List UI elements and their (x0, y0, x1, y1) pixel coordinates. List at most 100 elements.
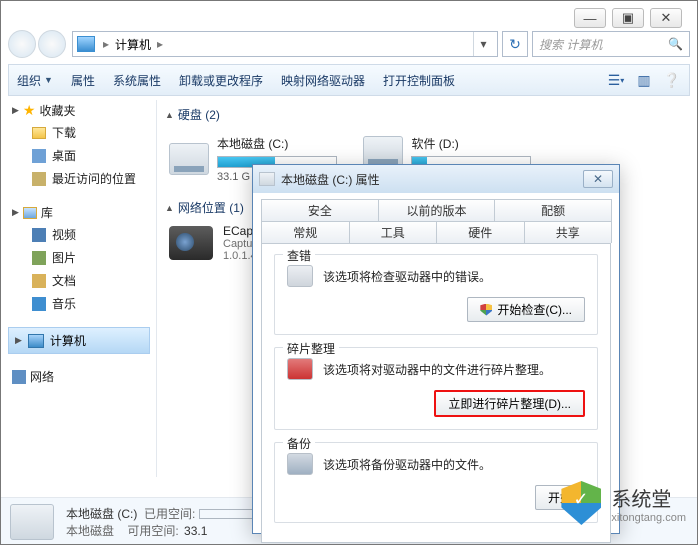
watermark-url: xitongtang.com (611, 512, 686, 524)
sidebar-library[interactable]: ▶库 (8, 202, 150, 223)
view-mode-icon[interactable]: ☰▾ (607, 71, 625, 89)
close-button[interactable]: ✕ (650, 8, 682, 28)
group-legend: 备份 (283, 435, 315, 452)
network-icon (12, 370, 26, 384)
check-disk-icon (287, 265, 313, 287)
group-error-check: 查错 该选项将检查驱动器中的错误。 开始检查(C)... (274, 254, 598, 335)
chevron-right-icon: ▸ (101, 37, 111, 51)
chevron-down-icon: ▶ (12, 207, 19, 218)
shield-icon (480, 304, 492, 316)
help-icon[interactable]: ❔ (663, 71, 681, 89)
library-icon (23, 207, 37, 219)
toolbar-control-panel[interactable]: 打开控制面板 (383, 72, 455, 89)
drive-name: 软件 (D:) (411, 135, 531, 152)
tab-quota[interactable]: 配额 (494, 199, 612, 221)
avail-value: 33.1 (184, 524, 207, 538)
status-drive-type: 本地磁盘 (66, 524, 114, 538)
tab-previous-versions[interactable]: 以前的版本 (378, 199, 496, 221)
nav-row: ▸ 计算机 ▸ ▾ ↻ 搜索 计算机 🔍 (8, 28, 690, 60)
used-label: 已用空间: (144, 507, 195, 521)
backup-icon (287, 453, 313, 475)
drive-icon (259, 172, 275, 186)
group-defrag: 碎片整理 该选项将对驱动器中的文件进行碎片整理。 立即进行碎片整理(D)... (274, 347, 598, 430)
dialog-tabs-row2: 常规 工具 硬件 共享 (261, 221, 611, 243)
sidebar-desktop[interactable]: 桌面 (8, 144, 150, 167)
tab-sharing[interactable]: 共享 (524, 221, 613, 243)
watermark-shield-icon (561, 481, 601, 525)
toolbar-map-drive[interactable]: 映射网络驱动器 (281, 72, 365, 89)
toolbar-properties[interactable]: 属性 (71, 72, 95, 89)
group-backup: 备份 该选项将备份驱动器中的文件。 开始 (274, 442, 598, 523)
status-drive-name: 本地磁盘 (C:) (66, 507, 137, 521)
sidebar: ▶★收藏夹 下载 桌面 最近访问的位置 ▶库 视频 图片 文档 音乐 ▶计算机 … (8, 100, 150, 477)
chevron-right-icon: ▸ (155, 37, 165, 51)
defrag-icon (287, 358, 313, 380)
toolbar: 组织▼ 属性 系统属性 卸载或更改程序 映射网络驱动器 打开控制面板 ☰▾ ▥ … (8, 64, 690, 96)
dialog-title: 本地磁盘 (C:) 属性 (281, 171, 380, 188)
sidebar-computer[interactable]: ▶计算机 (8, 327, 150, 354)
chevron-down-icon: ▼ (44, 75, 53, 85)
dialog-close-button[interactable]: ✕ (583, 170, 613, 188)
toolbar-organize[interactable]: 组织▼ (17, 72, 53, 89)
forward-button[interactable] (38, 30, 66, 58)
address-dropdown[interactable]: ▾ (473, 32, 493, 56)
minimize-button[interactable]: — (574, 8, 606, 28)
sidebar-pictures[interactable]: 图片 (8, 246, 150, 269)
drive-icon (169, 143, 209, 175)
address-bar[interactable]: ▸ 计算机 ▸ ▾ (72, 31, 498, 57)
defrag-desc: 该选项将对驱动器中的文件进行碎片整理。 (323, 361, 551, 378)
check-desc: 该选项将检查驱动器中的错误。 (323, 268, 491, 285)
backup-desc: 该选项将备份驱动器中的文件。 (323, 456, 491, 473)
video-icon (32, 228, 46, 242)
music-icon (32, 297, 46, 311)
camera-icon (169, 226, 213, 260)
computer-icon (28, 334, 44, 348)
toolbar-sys-properties[interactable]: 系统属性 (113, 72, 161, 89)
group-legend: 查错 (283, 247, 315, 264)
defrag-button[interactable]: 立即进行碎片整理(D)... (434, 390, 585, 417)
preview-pane-icon[interactable]: ▥ (635, 71, 653, 89)
dialog-title-bar[interactable]: 本地磁盘 (C:) 属性 ✕ (253, 165, 619, 193)
tab-security[interactable]: 安全 (261, 199, 379, 221)
chevron-down-icon: ▶ (12, 105, 19, 116)
dialog-panel: 查错 该选项将检查驱动器中的错误。 开始检查(C)... 碎片整理 该选项将对驱… (261, 243, 611, 543)
drive-icon (10, 504, 54, 540)
toolbar-uninstall[interactable]: 卸载或更改程序 (179, 72, 263, 89)
section-hard-disks[interactable]: ▲硬盘 (2) (165, 106, 690, 123)
dialog-tabs-row1: 安全 以前的版本 配额 (261, 199, 611, 221)
picture-icon (32, 251, 46, 265)
properties-dialog: 本地磁盘 (C:) 属性 ✕ 安全 以前的版本 配额 常规 工具 硬件 共享 查… (252, 164, 620, 534)
tab-general[interactable]: 常规 (261, 221, 350, 243)
tab-hardware[interactable]: 硬件 (436, 221, 525, 243)
computer-icon (77, 36, 95, 52)
sidebar-favorites[interactable]: ▶★收藏夹 (8, 100, 150, 121)
sidebar-music[interactable]: 音乐 (8, 292, 150, 315)
search-input[interactable]: 搜索 计算机 🔍 (532, 31, 690, 57)
sidebar-documents[interactable]: 文档 (8, 269, 150, 292)
search-icon: 🔍 (668, 37, 683, 51)
watermark-name: 系统堂 (611, 483, 686, 512)
document-icon (32, 274, 46, 288)
avail-label: 可用空间: (127, 524, 178, 538)
folder-icon (32, 127, 46, 139)
sidebar-network[interactable]: 网络 (8, 366, 150, 387)
recent-icon (32, 172, 46, 186)
sidebar-recent[interactable]: 最近访问的位置 (8, 167, 150, 190)
maximize-button[interactable]: ▣ (612, 8, 644, 28)
refresh-button[interactable]: ↻ (502, 31, 528, 57)
tab-tools[interactable]: 工具 (349, 221, 438, 243)
drive-icon (363, 136, 403, 168)
used-bar (199, 509, 259, 519)
check-button[interactable]: 开始检查(C)... (467, 297, 585, 322)
desktop-icon (32, 149, 46, 163)
back-button[interactable] (8, 30, 36, 58)
drive-name: 本地磁盘 (C:) (217, 135, 337, 152)
search-placeholder: 搜索 计算机 (539, 36, 602, 53)
chevron-right-icon: ▶ (15, 335, 22, 346)
breadcrumb-computer[interactable]: 计算机 (111, 36, 155, 53)
sidebar-videos[interactable]: 视频 (8, 223, 150, 246)
group-legend: 碎片整理 (283, 340, 339, 357)
star-icon: ★ (23, 102, 36, 119)
watermark: 系统堂 xitongtang.com (561, 481, 686, 525)
sidebar-downloads[interactable]: 下载 (8, 121, 150, 144)
